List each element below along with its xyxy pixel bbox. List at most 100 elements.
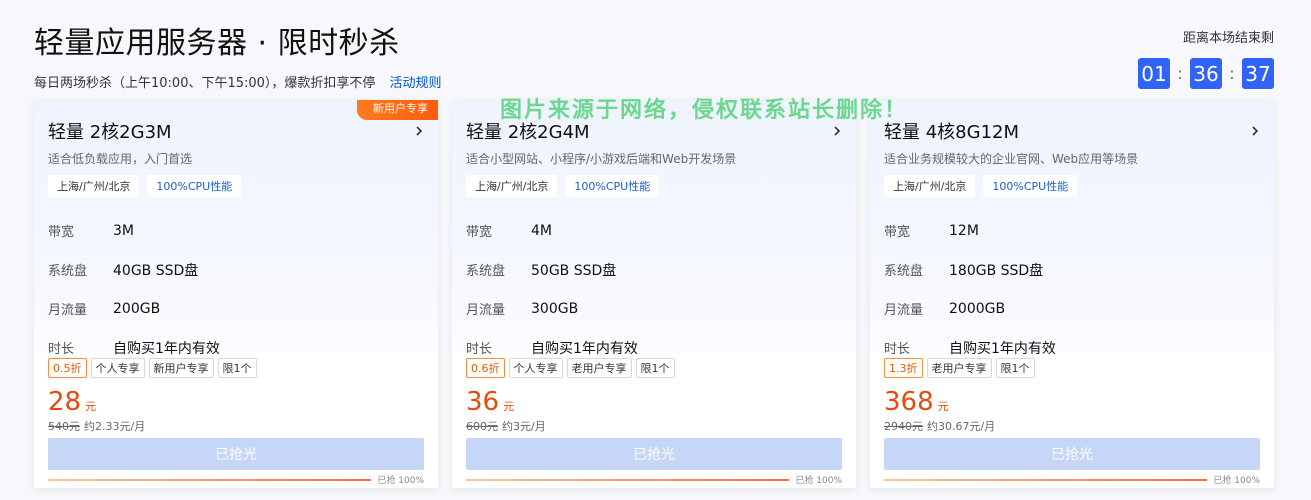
- new-user-ribbon: 新用户专享: [357, 100, 438, 120]
- spec-label: 时长: [48, 342, 75, 357]
- spec-list: 带宽 3M 系统盘 40GB SSD盘 月流量 200GB 时长 自购买1年内有…: [48, 211, 424, 367]
- countdown-separator: :: [1229, 64, 1235, 83]
- product-tags: 上海/广州/北京 100%CPU性能: [466, 175, 842, 197]
- original-price: 540元: [48, 420, 80, 433]
- price-value: 36: [466, 387, 500, 417]
- spec-row-disk: 系统盘 180GB SSD盘: [884, 250, 1260, 289]
- countdown-hours: 01: [1138, 58, 1170, 89]
- sales-progress: 已抢 100%: [466, 473, 842, 486]
- region-tag: 上海/广州/北京: [884, 175, 976, 197]
- countdown-timer: 01 : 36 : 37: [1138, 58, 1274, 89]
- spec-row-duration: 时长 自购买1年内有效: [48, 328, 424, 367]
- card-top: 轻量 4核8G12M 适合业务规模较大的企业官网、Web应用等场景 上海/广州/…: [870, 100, 1274, 357]
- spec-row-bandwidth: 带宽 12M: [884, 211, 1260, 250]
- cpu-tag: 100%CPU性能: [147, 175, 242, 197]
- price-value: 28: [48, 387, 82, 417]
- sold-out-button[interactable]: 已抢光: [48, 438, 424, 470]
- countdown-label: 距离本场结束剩: [1182, 31, 1274, 46]
- spec-label: 系统盘: [48, 264, 88, 279]
- subtitle-text: 每日两场秒杀（上午10:00、下午15:00），爆款折扣享不停: [34, 76, 376, 91]
- card-bottom: 0.6折 个人专享 老用户专享 限1个 36 元 600元 约3元/月 已抢光 已抢 …: [452, 352, 856, 486]
- price-unit: 元: [85, 400, 97, 413]
- spec-label: 月流量: [884, 303, 924, 318]
- progress-label: 已抢 100%: [795, 476, 842, 486]
- spec-value: 4M: [531, 222, 552, 239]
- spec-value: 自购买1年内有效: [531, 340, 638, 357]
- product-card[interactable]: 轻量 2核2G4M 适合小型网站、小程序/小游戏后端和Web开发场景 上海/广州…: [452, 100, 856, 488]
- countdown-minutes: 36: [1190, 58, 1222, 89]
- region-tag: 上海/广州/北京: [466, 175, 558, 197]
- spec-row-traffic: 月流量 200GB: [48, 289, 424, 328]
- spec-value: 300GB: [531, 300, 579, 317]
- original-price: 2940元: [884, 420, 923, 433]
- spec-label: 带宽: [466, 225, 493, 240]
- spec-value: 200GB: [113, 300, 161, 317]
- card-head[interactable]: 轻量 4核8G12M: [884, 100, 1260, 144]
- spec-value: 12M: [949, 222, 979, 239]
- spec-row-traffic: 月流量 300GB: [466, 289, 842, 328]
- price: 368 元: [884, 388, 1260, 416]
- spec-label: 带宽: [884, 225, 911, 240]
- spec-label: 月流量: [466, 303, 506, 318]
- progress-fill: [48, 478, 372, 481]
- spec-value: 40GB SSD盘: [113, 262, 199, 279]
- spec-row-traffic: 月流量 2000GB: [884, 289, 1260, 328]
- progress-label: 已抢 100%: [377, 476, 424, 486]
- sold-out-button[interactable]: 已抢光: [466, 438, 842, 470]
- page-title: 轻量应用服务器 · 限时秒杀: [34, 26, 400, 61]
- spec-label: 时长: [884, 342, 911, 357]
- monthly-price: 约2.33元/月: [84, 420, 146, 433]
- card-top: 轻量 2核2G4M 适合小型网站、小程序/小游戏后端和Web开发场景 上海/广州…: [452, 100, 856, 357]
- price-sub: 600元 约3元/月: [466, 418, 842, 434]
- spec-label: 系统盘: [466, 264, 506, 279]
- chevron-right-icon[interactable]: [832, 126, 842, 136]
- card-head[interactable]: 轻量 2核2G4M: [466, 100, 842, 144]
- product-cards: 新用户专享 轻量 2核2G3M 适合低负载应用，入门首选 上海/广州/北京 10…: [34, 100, 1274, 488]
- product-name: 轻量 4核8G12M: [884, 122, 1020, 143]
- progress-track: [466, 478, 790, 481]
- spec-label: 系统盘: [884, 264, 924, 279]
- progress-track: [884, 478, 1208, 481]
- price: 28 元: [48, 388, 424, 416]
- chevron-right-icon[interactable]: [414, 126, 424, 136]
- product-desc: 适合小型网站、小程序/小游戏后端和Web开发场景: [466, 152, 737, 166]
- product-tags: 上海/广州/北京 100%CPU性能: [884, 175, 1260, 197]
- chevron-right-icon[interactable]: [1250, 126, 1260, 136]
- price-value: 368: [884, 387, 934, 417]
- sales-progress: 已抢 100%: [884, 473, 1260, 486]
- countdown-seconds: 37: [1242, 58, 1274, 89]
- product-name: 轻量 2核2G4M: [466, 122, 590, 143]
- spec-value: 自购买1年内有效: [113, 340, 220, 357]
- activity-rules-link[interactable]: 活动规则: [389, 76, 441, 91]
- countdown-separator: :: [1177, 64, 1183, 83]
- spec-value: 自购买1年内有效: [949, 340, 1056, 357]
- product-card[interactable]: 轻量 4核8G12M 适合业务规模较大的企业官网、Web应用等场景 上海/广州/…: [870, 100, 1274, 488]
- product-tags: 上海/广州/北京 100%CPU性能: [48, 175, 424, 197]
- spec-list: 带宽 4M 系统盘 50GB SSD盘 月流量 300GB 时长 自购买1年内有…: [466, 211, 842, 367]
- product-card[interactable]: 新用户专享 轻量 2核2G3M 适合低负载应用，入门首选 上海/广州/北京 10…: [34, 100, 438, 488]
- spec-value: 180GB SSD盘: [949, 262, 1044, 279]
- sold-out-button[interactable]: 已抢光: [884, 438, 1260, 470]
- monthly-price: 约30.67元/月: [927, 420, 996, 433]
- progress-label: 已抢 100%: [1213, 476, 1260, 486]
- spec-row-disk: 系统盘 40GB SSD盘: [48, 250, 424, 289]
- card-top: 新用户专享 轻量 2核2G3M 适合低负载应用，入门首选 上海/广州/北京 10…: [34, 100, 438, 357]
- countdown: 距离本场结束剩 01 : 36 : 37: [1138, 27, 1274, 89]
- region-tag: 上海/广州/北京: [48, 175, 140, 197]
- price-sub: 540元 约2.33元/月: [48, 418, 424, 434]
- monthly-price: 约3元/月: [502, 420, 546, 433]
- spec-value: 2000GB: [949, 300, 1006, 317]
- original-price: 600元: [466, 420, 498, 433]
- price-unit: 元: [503, 400, 515, 413]
- page-header: 轻量应用服务器 · 限时秒杀 每日两场秒杀（上午10:00、下午15:00），爆…: [34, 18, 441, 91]
- spec-label: 时长: [466, 342, 493, 357]
- product-desc: 适合业务规模较大的企业官网、Web应用等场景: [884, 152, 1139, 166]
- progress-fill: [884, 478, 1208, 481]
- spec-list: 带宽 12M 系统盘 180GB SSD盘 月流量 2000GB 时长 自购买1…: [884, 211, 1260, 367]
- product-name: 轻量 2核2G3M: [48, 122, 172, 143]
- spec-label: 月流量: [48, 303, 88, 318]
- product-desc: 适合低负载应用，入门首选: [48, 152, 193, 166]
- price: 36 元: [466, 388, 842, 416]
- price-sub: 2940元 约30.67元/月: [884, 418, 1260, 434]
- spec-row-bandwidth: 带宽 3M: [48, 211, 424, 250]
